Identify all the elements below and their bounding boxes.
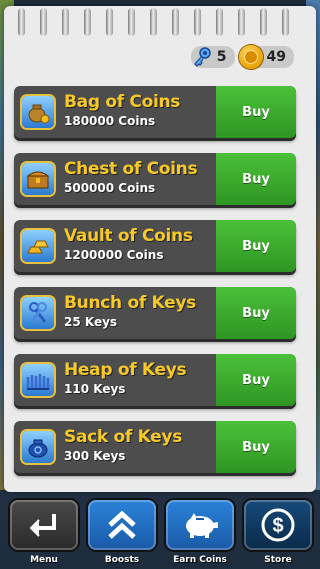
chevrons-up-icon xyxy=(108,510,136,539)
offer-amount: 25 Keys xyxy=(64,315,118,329)
offer-sack-of-keys: Sack of Keys 300 Keys Buy xyxy=(14,421,296,473)
offer-title: Chest of Coins xyxy=(64,159,198,179)
nav-store-button[interactable]: $ xyxy=(244,500,312,550)
piggy-bank-icon xyxy=(186,513,218,538)
keys-counter: 5 xyxy=(190,46,235,68)
buy-button[interactable]: Buy xyxy=(216,220,296,272)
keys-bunch-icon xyxy=(22,297,54,329)
buy-button[interactable]: Buy xyxy=(216,153,296,205)
nav-label-boosts: Boosts xyxy=(104,555,140,565)
nav-boosts-button[interactable] xyxy=(88,500,156,550)
keys-count: 5 xyxy=(216,49,227,65)
nav-menu-button[interactable] xyxy=(10,500,78,550)
key-icon xyxy=(193,47,211,67)
nav-label-earn-coins: Earn Coins xyxy=(173,555,227,565)
bottom-nav-bar: Menu Boosts Earn Coins $ Store xyxy=(0,496,320,569)
offer-amount: 1200000 Coins xyxy=(64,248,164,262)
offer-title: Sack of Keys xyxy=(64,427,183,447)
offer-title: Vault of Coins xyxy=(64,226,193,246)
spiral-binding xyxy=(4,6,316,40)
coin-icon xyxy=(238,45,263,69)
offer-title: Heap of Keys xyxy=(64,360,187,380)
key-sack-icon xyxy=(22,431,54,463)
offer-amount: 180000 Coins xyxy=(64,114,156,128)
offer-bunch-of-keys: Bunch of Keys 25 Keys Buy xyxy=(14,287,296,339)
offer-bag-of-coins: Bag of Coins 180000 Coins Buy xyxy=(14,86,296,138)
buy-button[interactable]: Buy xyxy=(216,86,296,138)
offer-vault-of-coins: Vault of Coins 1200000 Coins Buy xyxy=(14,220,296,272)
offer-chest-of-coins: Chest of Coins 500000 Coins Buy xyxy=(14,153,296,205)
gold-bars-icon xyxy=(22,230,54,262)
nav-label-store: Store xyxy=(264,555,292,565)
offer-amount: 300 Keys xyxy=(64,449,126,463)
currency-counters: 5 49 xyxy=(190,45,294,69)
offer-heap-of-keys: Heap of Keys 110 Keys Buy xyxy=(14,354,296,406)
nav-label-menu: Menu xyxy=(30,555,58,565)
buy-button[interactable]: Buy xyxy=(216,354,296,406)
offer-amount: 500000 Coins xyxy=(64,181,156,195)
offer-title: Bunch of Keys xyxy=(64,293,196,313)
buy-button[interactable]: Buy xyxy=(216,421,296,473)
nav-earn-coins-button[interactable] xyxy=(166,500,234,550)
offer-amount: 110 Keys xyxy=(64,382,126,396)
dollar-icon: $ xyxy=(261,508,295,542)
offer-title: Bag of Coins xyxy=(64,92,181,112)
keys-heap-icon xyxy=(22,364,54,396)
svg-text:$: $ xyxy=(272,515,283,537)
treasure-chest-icon xyxy=(22,163,54,195)
coin-bag-icon xyxy=(22,96,54,128)
back-arrow-icon xyxy=(29,514,56,537)
coins-count: 49 xyxy=(266,49,286,65)
buy-button[interactable]: Buy xyxy=(216,287,296,339)
coins-counter: 49 xyxy=(238,45,294,69)
